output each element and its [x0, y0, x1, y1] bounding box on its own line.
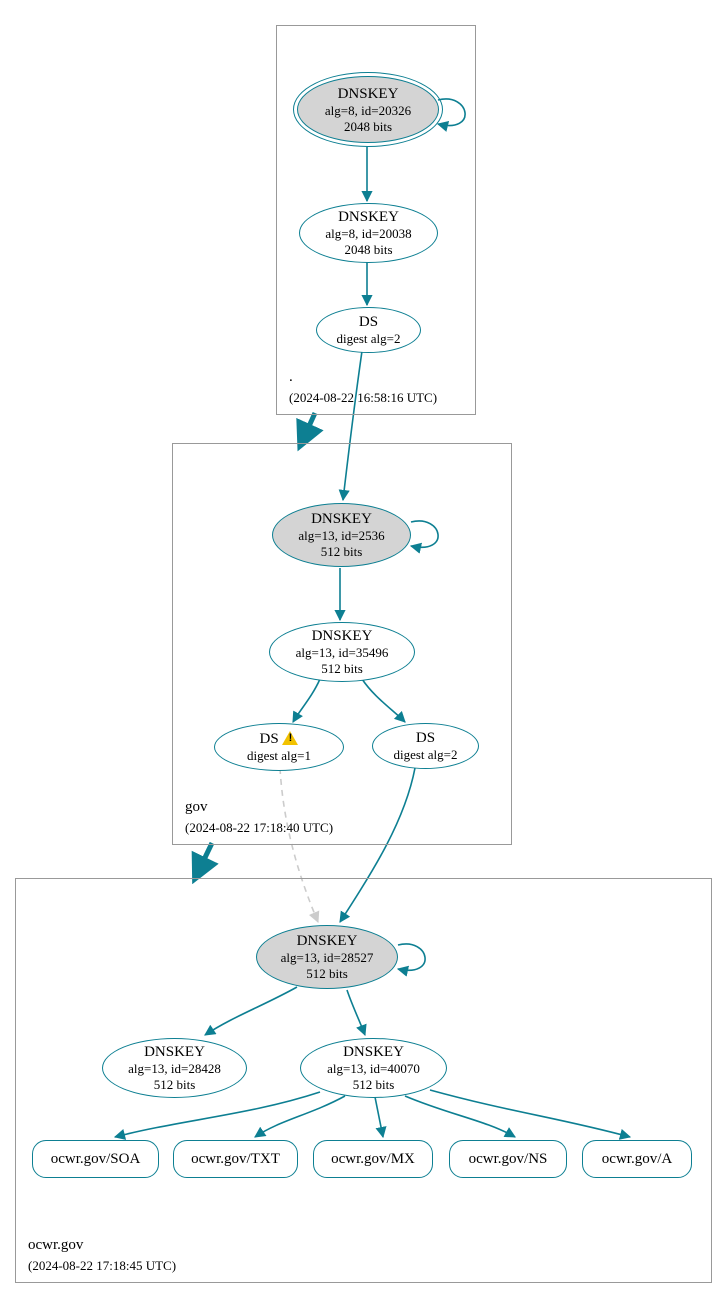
rr-label: ocwr.gov/TXT	[174, 1150, 297, 1168]
node-title: DNSKEY	[257, 932, 397, 950]
zone-gov-time: (2024-08-22 17:18:40 UTC)	[185, 820, 333, 836]
zone-root-label: .	[289, 369, 293, 386]
node-sub: digest alg=2	[317, 331, 420, 347]
rr-label: ocwr.gov/SOA	[33, 1150, 158, 1168]
rr-label: ocwr.gov/MX	[314, 1150, 432, 1168]
node-title: DNSKEY	[270, 627, 414, 645]
zone-ocwr-label: ocwr.gov	[28, 1237, 83, 1254]
rr-mx: ocwr.gov/MX	[313, 1140, 433, 1178]
root-zsk-node: DNSKEY alg=8, id=20038 2048 bits	[299, 203, 438, 263]
node-title: DS	[373, 729, 478, 747]
node-sub: 2048 bits	[298, 119, 438, 135]
root-ds-node: DS digest alg=2	[316, 307, 421, 353]
node-sub: alg=8, id=20326	[298, 103, 438, 119]
node-sub: 512 bits	[103, 1077, 246, 1093]
gov-ds2-node: DS digest alg=2	[372, 723, 479, 769]
rr-label: ocwr.gov/NS	[450, 1150, 566, 1168]
node-sub: alg=13, id=28527	[257, 950, 397, 966]
node-sub: alg=13, id=40070	[301, 1061, 446, 1077]
ocwr-zska-node: DNSKEY alg=13, id=28428 512 bits	[102, 1038, 247, 1098]
node-sub: 512 bits	[301, 1077, 446, 1093]
node-title: DNSKEY	[301, 1043, 446, 1061]
node-sub: alg=8, id=20038	[300, 226, 437, 242]
zone-gov-label: gov	[185, 799, 208, 816]
node-sub: digest alg=1	[215, 748, 343, 764]
gov-zsk-node: DNSKEY alg=13, id=35496 512 bits	[269, 622, 415, 682]
node-title: DS	[215, 730, 343, 748]
rr-ns: ocwr.gov/NS	[449, 1140, 567, 1178]
node-sub: alg=13, id=28428	[103, 1061, 246, 1077]
rr-label: ocwr.gov/A	[583, 1150, 691, 1168]
node-title: DNSKEY	[300, 208, 437, 226]
ocwr-zskb-node: DNSKEY alg=13, id=40070 512 bits	[300, 1038, 447, 1098]
rr-txt: ocwr.gov/TXT	[173, 1140, 298, 1178]
node-sub: alg=13, id=2536	[273, 528, 410, 544]
gov-ksk-node: DNSKEY alg=13, id=2536 512 bits	[272, 503, 411, 567]
zone-root-time: (2024-08-22 16:58:16 UTC)	[289, 390, 437, 406]
node-title: DS	[317, 313, 420, 331]
rr-a: ocwr.gov/A	[582, 1140, 692, 1178]
node-sub: 512 bits	[270, 661, 414, 677]
ocwr-ksk-node: DNSKEY alg=13, id=28527 512 bits	[256, 925, 398, 989]
zone-ocwr-time: (2024-08-22 17:18:45 UTC)	[28, 1258, 176, 1274]
root-ksk-node: DNSKEY alg=8, id=20326 2048 bits	[297, 76, 439, 143]
gov-ds1-node: DS digest alg=1	[214, 723, 344, 771]
node-title: DNSKEY	[273, 510, 410, 528]
warning-icon	[282, 731, 298, 745]
node-sub: digest alg=2	[373, 747, 478, 763]
rr-soa: ocwr.gov/SOA	[32, 1140, 159, 1178]
node-title: DNSKEY	[298, 85, 438, 103]
node-sub: alg=13, id=35496	[270, 645, 414, 661]
node-sub: 512 bits	[273, 544, 410, 560]
node-sub: 2048 bits	[300, 242, 437, 258]
node-sub: 512 bits	[257, 966, 397, 982]
node-title: DNSKEY	[103, 1043, 246, 1061]
